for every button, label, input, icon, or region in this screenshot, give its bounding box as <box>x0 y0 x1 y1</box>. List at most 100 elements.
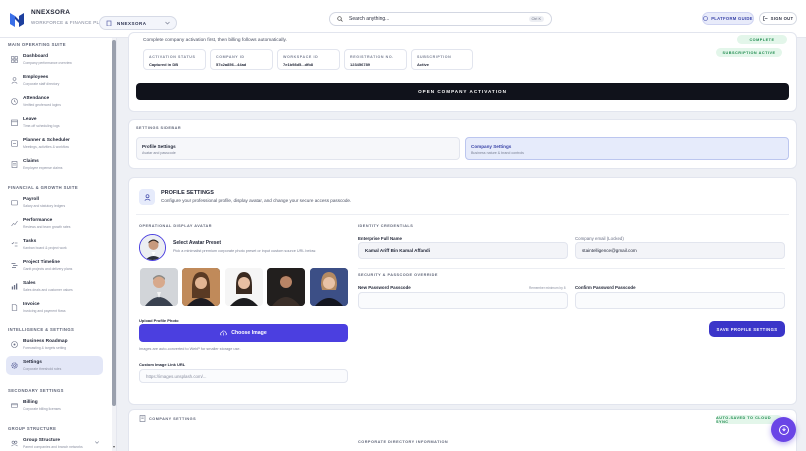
stat-value: 57c2a856...44ad <box>216 62 247 67</box>
portrait-icon <box>140 268 178 306</box>
sidebar-item-label: Group Structure <box>23 438 61 443</box>
billing-icon <box>11 403 18 408</box>
sidebar-item-sub: Corporate billing licenses <box>23 407 61 411</box>
sidebar-item-label: Payroll <box>23 197 39 202</box>
receipt-icon <box>11 161 18 168</box>
sidebar-item-payroll[interactable]: Payroll Salary and statutory ledgers <box>6 193 103 212</box>
sidebar-item-business-roadmap[interactable]: Business Roadmap Forecasting & targets s… <box>6 335 103 354</box>
users-icon <box>11 77 18 84</box>
sidebar-item-planner[interactable]: Planner & Scheduler Meetings, activities… <box>6 134 103 153</box>
stat-registration-no: REGISTRATION NO. 123456789 <box>344 49 407 70</box>
stat-key: REGISTRATION NO. <box>350 55 394 59</box>
user-icon <box>144 193 150 201</box>
portrait-icon <box>267 268 305 306</box>
identity-section-title: IDENTITY CREDENTIALS <box>358 224 414 228</box>
confirm-password-input[interactable] <box>575 292 785 309</box>
email-input-locked: staintelligence@gmail.com <box>575 242 785 259</box>
org-selector[interactable]: NNEXSORA <box>99 16 177 30</box>
sidebar-item-label: Employees <box>23 75 49 80</box>
section-intelligence-settings: INTELLIGENCE & SETTINGS <box>8 327 75 332</box>
avatar-preset-1[interactable] <box>140 268 178 306</box>
tab-sub: Avatar and passcode <box>142 151 176 155</box>
calendar-icon <box>11 119 18 126</box>
save-profile-settings-button[interactable]: SAVE PROFILE SETTINGS <box>709 321 785 337</box>
upload-label: Upload Profile Photo <box>139 318 179 323</box>
wallet-icon <box>11 200 18 206</box>
sidebar-item-sub: Verified geofenced logins <box>23 103 61 107</box>
sign-out-button[interactable]: SIGN OUT <box>759 12 797 25</box>
sidebar-item-sub: Gantt projects and delivery plans <box>23 267 73 271</box>
avatar-preset-5[interactable] <box>310 268 348 306</box>
sidebar-item-label: Claims <box>23 159 39 164</box>
sidebar-item-label: Settings <box>23 360 42 365</box>
sidebar-item-invoice[interactable]: Invoice Invoicing and payment flows <box>6 298 103 317</box>
sign-out-label: SIGN OUT <box>770 16 794 21</box>
confirm-password-label: Confirm Password Passcode <box>575 285 636 290</box>
section-financial-growth: FINANCIAL & GROWTH SUITE <box>8 185 79 190</box>
current-avatar <box>139 234 166 261</box>
stat-value: Active <box>417 62 430 67</box>
sidebar-scroll-thumb[interactable] <box>112 40 116 406</box>
sidebar-item-leave[interactable]: Leave Time-off scheduling logs <box>6 113 103 132</box>
scroll-down-arrow-icon[interactable]: ▾ <box>112 444 116 449</box>
avatar-preset-4[interactable] <box>267 268 305 306</box>
custom-image-url-input[interactable]: https://images.unsplash.com/... <box>139 369 348 383</box>
search-bar[interactable]: Search anything... Ctrl K <box>329 12 552 26</box>
sidebar-item-settings[interactable]: Settings Corporate threshold rules <box>6 356 103 375</box>
sidebar-item-sub: Meetings, activities & workflow <box>23 145 69 149</box>
building-icon <box>139 415 146 422</box>
stat-activation-status: ACTIVATION STATUS Captured in DB <box>143 49 206 70</box>
chevron-down-icon[interactable] <box>95 441 99 444</box>
tab-company-settings[interactable]: Company Settings Business nature & brand… <box>465 137 789 160</box>
sidebar-item-sales[interactable]: Sales Sales deals and customer values <box>6 277 103 296</box>
sidebar-item-billing[interactable]: Billing Corporate billing licenses <box>6 396 103 415</box>
sidebar-item-label: Leave <box>23 117 37 122</box>
tab-label: Profile Settings <box>142 144 176 149</box>
avatar-section-title: OPERATIONAL DISPLAY AVATAR <box>139 224 212 228</box>
help-icon <box>703 16 709 21</box>
profile-badge <box>139 189 155 205</box>
tab-profile-settings[interactable]: Profile Settings Avatar and passcode <box>136 137 460 160</box>
tab-sub: Business nature & brand controls <box>471 151 524 155</box>
assistant-fab-button[interactable] <box>771 417 796 442</box>
gear-icon <box>11 362 18 369</box>
search-input[interactable]: Search anything... <box>349 16 523 22</box>
new-password-input[interactable] <box>358 292 568 309</box>
sidebar-item-attendance[interactable]: Attendance Verified geofenced logins <box>6 92 103 111</box>
full-name-input[interactable]: Kamal Ariff Bin Kamal Affandi <box>358 242 568 259</box>
email-label: Company email (Locked) <box>575 236 624 241</box>
security-section-title: SECURITY & PASSCODE OVERRIDE <box>358 273 438 277</box>
stat-value: Captured in DB <box>149 62 179 67</box>
sidebar-item-dashboard[interactable]: Dashboard Company performance overview <box>6 50 103 69</box>
chevron-down-icon <box>165 21 170 25</box>
company-settings-card <box>128 409 797 451</box>
sidebar-item-performance[interactable]: Performance Reviews and team growth rate… <box>6 214 103 233</box>
logout-icon <box>762 16 768 21</box>
sidebar-item-tasks[interactable]: Tasks Kanban board & project work <box>6 235 103 254</box>
sidebar-item-employees[interactable]: Employees Corporate staff directory <box>6 71 103 90</box>
avatar-preset-title: Select Avatar Preset <box>173 240 221 246</box>
search-shortcut: Ctrl K <box>528 16 544 22</box>
avatar-preset-3[interactable] <box>225 268 263 306</box>
sidebar-item-claims[interactable]: Claims Employee expense claims <box>6 155 103 174</box>
divider <box>358 268 785 269</box>
brand-name: NNEXSORA <box>31 9 71 16</box>
clock-icon <box>11 98 18 105</box>
platform-guide-button[interactable]: PLATFORM GUIDE <box>702 12 754 25</box>
avatar-preset-2[interactable] <box>182 268 220 306</box>
sidebar-item-label: Dashboard <box>23 54 49 59</box>
divider <box>136 214 789 215</box>
sidebar-item-project-timeline[interactable]: Project Timeline Gantt projects and deli… <box>6 256 103 275</box>
new-password-label: New Password Passcode <box>358 285 411 290</box>
stat-value: 123456789 <box>350 62 371 67</box>
open-company-activation-button[interactable]: OPEN COMPANY ACTIVATION <box>136 83 789 100</box>
sidebar-item-label: Project Timeline <box>23 260 60 265</box>
sidebar-item-sub: Time-off scheduling logs <box>23 124 60 128</box>
sidebar-item-label: Business Roadmap <box>23 339 68 344</box>
choose-image-button[interactable]: Choose Image <box>139 324 348 342</box>
sidebar-item-group-structure[interactable]: Group Structure Parent companies and bra… <box>6 434 103 451</box>
stat-subscription: SUBSCRIPTION Active <box>411 49 473 70</box>
sidebar-item-sub: Company performance overview <box>23 61 72 65</box>
sidebar-item-label: Sales <box>23 281 36 286</box>
upload-hint: Images are auto-converted to WebP for sm… <box>139 347 241 351</box>
